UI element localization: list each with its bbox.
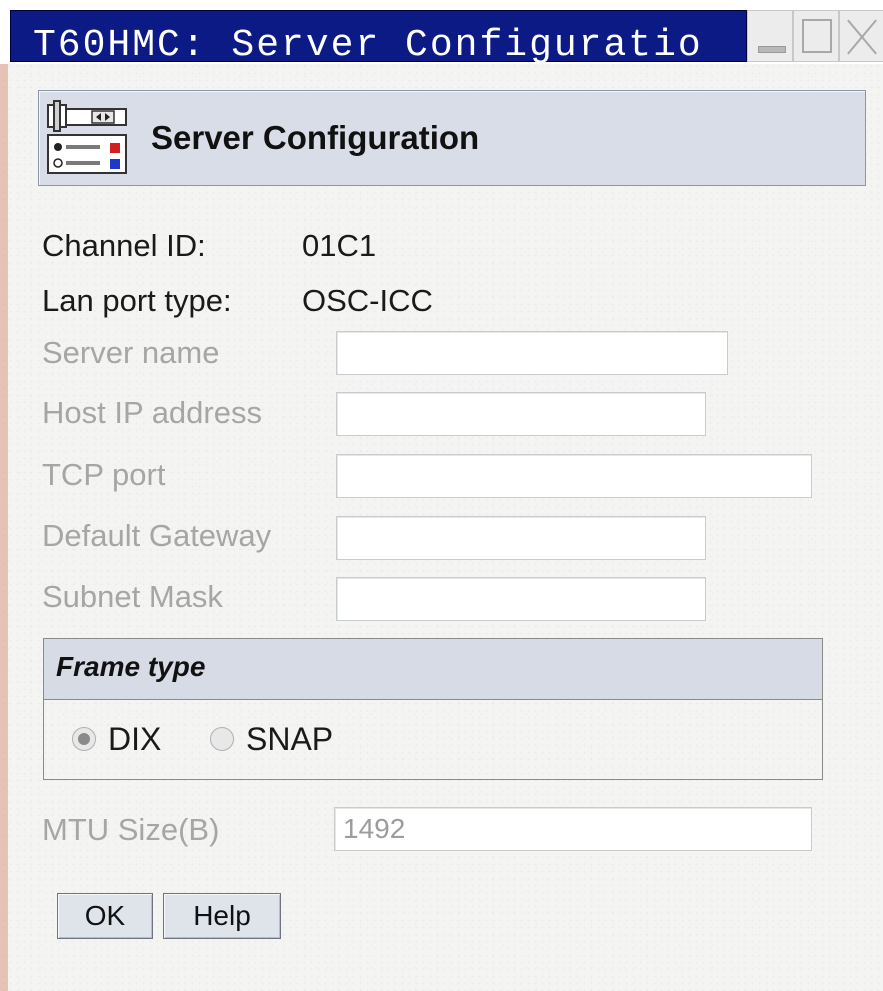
ok-button[interactable]: OK	[57, 893, 153, 939]
lan-port-type-value: OSC-ICC	[302, 283, 433, 318]
host-ip-address-input[interactable]	[336, 392, 706, 436]
snap-radio-label[interactable]: SNAP	[246, 719, 333, 759]
title-bar[interactable]: T60HMC: Server Configuratio	[0, 0, 883, 67]
snap-radio[interactable]	[210, 727, 234, 751]
subnet-mask-label: Subnet Mask	[42, 579, 223, 614]
tcp-port-label: TCP port	[42, 457, 166, 492]
channel-id-label: Channel ID:	[42, 228, 206, 263]
lan-port-type-label: Lan port type:	[42, 283, 232, 318]
channel-id-value: 01C1	[302, 228, 377, 263]
default-gateway-label: Default Gateway	[42, 518, 272, 553]
frame-type-header: Frame type	[44, 639, 822, 700]
default-gateway-input[interactable]	[336, 516, 706, 560]
mtu-size-label: MTU Size(B)	[42, 812, 220, 847]
header-panel: Server Configuration	[38, 90, 866, 186]
tcp-port-input[interactable]	[336, 454, 812, 498]
help-button[interactable]: Help	[163, 893, 281, 939]
subnet-mask-input[interactable]	[336, 577, 706, 621]
page-title: Server Configuration	[151, 119, 480, 156]
server-configuration-window: T60HMC: Server Configuratio Server Confi…	[0, 0, 883, 991]
frame-type-group: Frame type DIX SNAP	[43, 638, 823, 780]
window-title: T60HMC: Server Configuratio	[33, 24, 703, 67]
server-name-label: Server name	[42, 335, 220, 370]
window-left-edge	[0, 64, 8, 991]
frame-type-title: Frame type	[56, 651, 206, 682]
maximize-icon[interactable]	[793, 10, 839, 62]
server-config-icon	[47, 100, 127, 174]
close-icon[interactable]	[839, 10, 883, 62]
mtu-size-input[interactable]	[334, 807, 812, 851]
server-name-input[interactable]	[336, 331, 728, 375]
host-ip-address-label: Host IP address	[42, 395, 262, 430]
frame-type-options: DIX SNAP	[72, 719, 472, 759]
dix-radio-label[interactable]: DIX	[108, 719, 161, 759]
minimize-icon[interactable]	[747, 10, 793, 62]
dix-radio[interactable]	[72, 727, 96, 751]
title-strip[interactable]: T60HMC: Server Configuratio	[10, 10, 747, 67]
